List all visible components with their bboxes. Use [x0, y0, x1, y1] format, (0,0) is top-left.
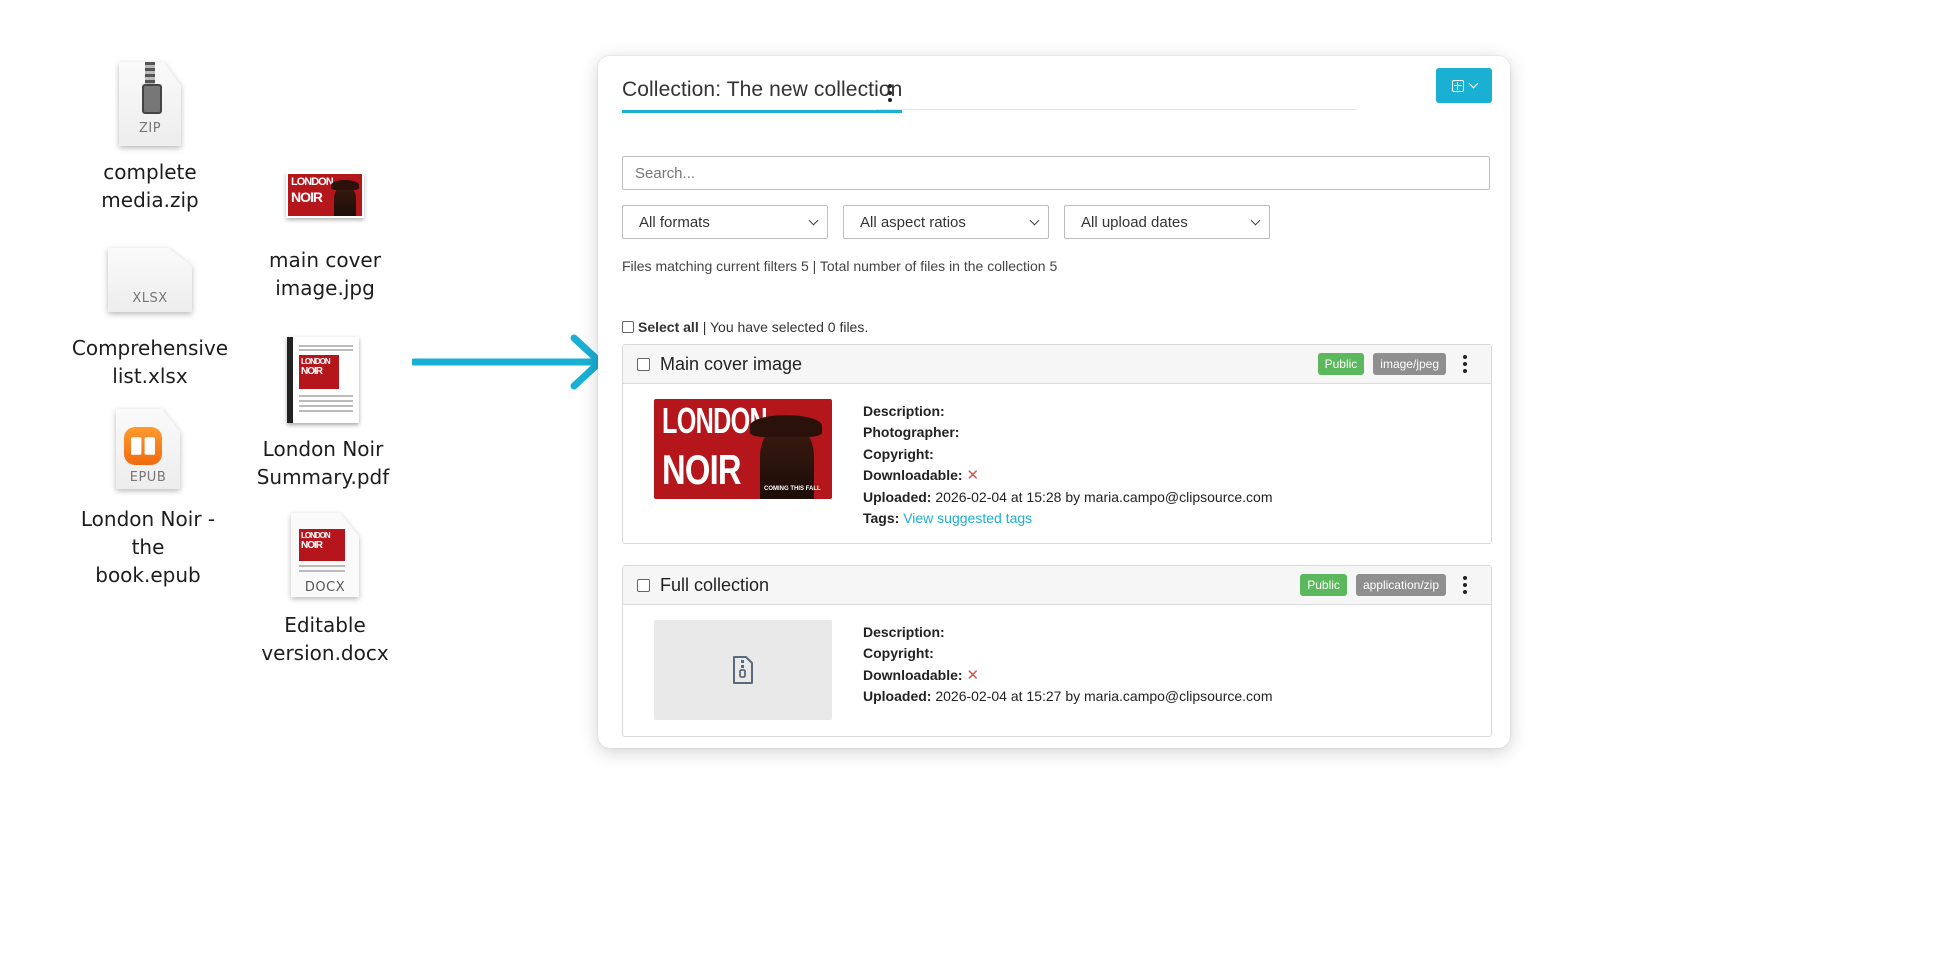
visibility-badge: Public	[1300, 574, 1347, 596]
title-divider	[876, 109, 1356, 110]
upload-date-filter-value: All upload dates	[1081, 213, 1188, 231]
chevron-down-icon	[1029, 215, 1040, 225]
file-thumbnail[interactable]: LONDON NOIR COMING THIS FALL	[654, 399, 832, 499]
mime-type-badge: image/jpeg	[1373, 353, 1446, 375]
search-input[interactable]	[622, 156, 1490, 190]
desktop-file-epub[interactable]: EPUB London Noir - the book.epub	[62, 409, 234, 589]
desktop-file-zip[interactable]: ZIP complete media.zip	[75, 62, 225, 214]
select-all-label[interactable]: Select all	[638, 319, 699, 335]
downloadable-label: Downloadable:	[863, 467, 963, 484]
upload-date-filter-select[interactable]: All upload dates	[1064, 205, 1270, 239]
file-select-checkbox[interactable]	[637, 578, 650, 592]
uploaded-label: Uploaded:	[863, 688, 932, 705]
mime-type-badge: application/zip	[1355, 574, 1446, 596]
not-downloadable-x-icon: ✕	[966, 467, 980, 485]
plus-square-icon	[1451, 79, 1464, 92]
collection-title: Collection: The new collection	[622, 78, 903, 113]
copyright-label: Copyright:	[863, 445, 934, 462]
description-label: Description:	[863, 403, 945, 419]
file-title[interactable]: Main cover image	[660, 354, 802, 375]
file-name: complete media.zip	[101, 160, 199, 212]
zip-ext-label: ZIP	[138, 121, 162, 136]
downloadable-label: Downloadable:	[863, 666, 963, 683]
book-icon	[131, 437, 155, 455]
file-name: London Noir - the book.epub	[80, 507, 216, 587]
file-name: Comprehensive list.xlsx	[71, 336, 229, 388]
jpg-thumbnail-icon: LONDON NOIR	[286, 172, 364, 218]
file-card: Main cover image Public image/jpeg LONDO…	[622, 344, 1492, 544]
select-all-checkbox[interactable]	[622, 321, 634, 333]
file-card: Full collection Public application/zip D…	[622, 565, 1492, 737]
description-label: Description:	[863, 624, 945, 640]
tags-label: Tags:	[863, 510, 900, 527]
epub-file-icon: EPUB	[116, 409, 180, 489]
uploaded-value: 2026-02-04 at 15:28 by maria.campo@clips…	[935, 488, 1273, 505]
file-card-header: Full collection Public application/zip	[623, 566, 1491, 605]
xlsx-file-icon: XLSX	[108, 248, 192, 312]
docx-file-icon: LONDON NOIR DOCX	[291, 513, 359, 597]
file-name: London Noir Summary.pdf	[256, 437, 390, 489]
visibility-badge: Public	[1317, 353, 1365, 375]
zip-file-icon	[733, 656, 753, 684]
uploaded-value: 2026-02-04 at 15:27 by maria.campo@clips…	[935, 688, 1273, 705]
aspect-ratio-filter-value: All aspect ratios	[860, 213, 966, 231]
format-filter-value: All formats	[639, 213, 710, 231]
view-suggested-tags-link[interactable]: View suggested tags	[903, 510, 1032, 526]
format-filter-select[interactable]: All formats	[622, 205, 828, 239]
epub-ext-label: EPUB	[129, 470, 167, 485]
file-metadata: Description: Photographer: Copyright: Do…	[863, 401, 1273, 529]
not-downloadable-x-icon: ✕	[966, 666, 980, 684]
add-dropdown-button[interactable]	[1436, 68, 1492, 103]
copyright-label: Copyright:	[863, 645, 934, 662]
desktop-file-xlsx[interactable]: XLSX Comprehensive list.xlsx	[71, 248, 229, 390]
file-name: Editable version.docx	[261, 613, 389, 665]
aspect-ratio-filter-select[interactable]: All aspect ratios	[843, 205, 1049, 239]
desktop-file-pdf[interactable]: LONDON NOIR London Noir Summary.pdf	[250, 337, 396, 491]
panel-header: Collection: The new collection	[622, 78, 1486, 113]
arrow-right-icon	[412, 334, 604, 390]
file-counts-text: Files matching current filters 5 | Total…	[622, 258, 1058, 274]
select-all-row: Select all | You have selected 0 files.	[622, 319, 868, 335]
chevron-down-icon	[808, 215, 819, 225]
file-card-header: Main cover image Public image/jpeg	[623, 345, 1491, 384]
file-metadata: Description: Copyright: Downloadable: ✕ …	[863, 622, 1273, 708]
chevron-down-icon	[1468, 78, 1478, 89]
pdf-file-icon: LONDON NOIR	[287, 337, 359, 423]
file-name: main cover image.jpg	[269, 248, 381, 300]
uploaded-label: Uploaded:	[863, 488, 932, 505]
selected-count-text: | You have selected 0 files.	[702, 319, 869, 335]
file-thumbnail[interactable]	[654, 620, 832, 720]
xlsx-ext-label: XLSX	[132, 291, 168, 306]
file-menu-icon[interactable]	[1459, 353, 1471, 375]
desktop-file-jpg[interactable]: LONDON NOIR main cover image.jpg	[250, 172, 400, 302]
file-menu-icon[interactable]	[1459, 574, 1471, 596]
collection-menu-icon[interactable]	[884, 82, 896, 104]
desktop-file-docx[interactable]: LONDON NOIR DOCX Editable version.docx	[250, 513, 400, 667]
file-title[interactable]: Full collection	[660, 575, 769, 596]
collection-panel: Collection: The new collection All forma…	[598, 56, 1510, 748]
zip-file-icon: ZIP	[119, 62, 181, 146]
file-select-checkbox[interactable]	[637, 357, 650, 371]
docx-ext-label: DOCX	[304, 580, 346, 595]
photographer-label: Photographer:	[863, 424, 960, 441]
chevron-down-icon	[1250, 215, 1261, 225]
